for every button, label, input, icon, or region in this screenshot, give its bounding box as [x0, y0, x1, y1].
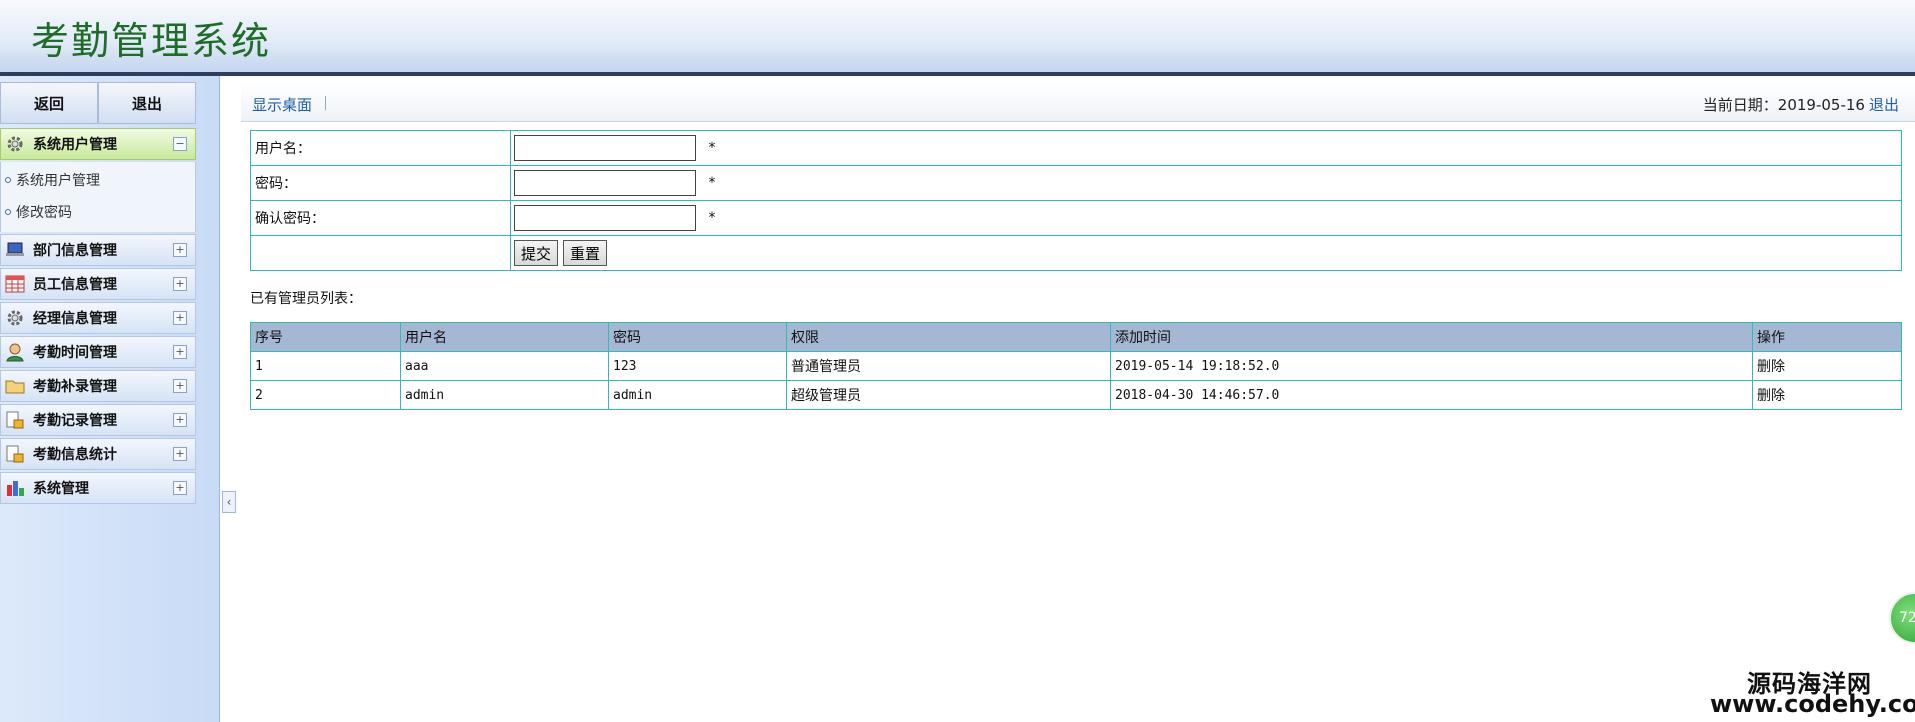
expand-toggle-icon[interactable]: + [173, 345, 187, 359]
toolbar-divider [325, 96, 326, 110]
column-header: 密码 [608, 322, 787, 352]
table-icon [3, 273, 27, 295]
reset-button[interactable]: 重置 [563, 240, 608, 266]
column-header: 用户名 [400, 322, 609, 352]
top-toolbar: 显示桌面 当前日期：2019-05-16 退出 [241, 82, 1915, 122]
bar-chart-icon [3, 477, 27, 499]
menu-label: 考勤补录管理 [33, 379, 117, 395]
expand-toggle-icon[interactable]: + [173, 413, 187, 427]
cell-password: admin [608, 380, 787, 410]
menu-attendance-supplement-management[interactable]: 考勤补录管理 + [0, 370, 196, 402]
submit-button[interactable]: 提交 [514, 240, 559, 266]
menu-attendance-time-management[interactable]: 考勤时间管理 + [0, 336, 196, 368]
expand-toggle-icon[interactable]: + [173, 481, 187, 495]
menu-system-management[interactable]: 系统管理 + [0, 472, 196, 504]
expand-toggle-icon[interactable]: + [173, 243, 187, 257]
expand-toggle-icon[interactable]: + [173, 311, 187, 325]
exit-button[interactable]: 退出 [98, 82, 196, 124]
menu-attendance-statistics[interactable]: 考勤信息统计 + [0, 438, 196, 470]
sidebar-top-buttons: 返回 退出 [0, 82, 196, 124]
expand-toggle-icon[interactable]: + [173, 447, 187, 461]
menu-system-user-management[interactable]: 系统用户管理 − [0, 128, 196, 160]
laptop-icon [3, 239, 27, 261]
cell-username: admin [400, 380, 609, 410]
username-label: 用户名： [250, 130, 511, 166]
menu-label: 系统用户管理 [33, 137, 117, 153]
required-mark: * [708, 175, 716, 191]
password-label: 密码： [250, 165, 511, 201]
bullet-icon [5, 177, 11, 183]
confirm-password-input[interactable] [514, 205, 696, 231]
watermark-site-url: www.codehy.com [1710, 690, 1915, 718]
current-date: 当前日期：2019-05-16 退出 [1703, 94, 1899, 115]
cell-no: 1 [250, 351, 401, 381]
admin-list-table: 序号 用户名 密码 权限 添加时间 操作 1 aaa 123 普通管理员 201… [250, 322, 1902, 410]
form-row-actions: 提交 重置 [250, 235, 1902, 271]
table-row: 2 admin admin 超级管理员 2018-04-30 14:46:57.… [250, 380, 1902, 410]
menu-label: 考勤信息统计 [33, 447, 117, 463]
date-label: 当前日期： [1702, 96, 1778, 114]
form-row-password: 密码： * [250, 165, 1902, 201]
menu-label: 考勤时间管理 [33, 345, 117, 361]
column-header: 添加时间 [1110, 322, 1753, 352]
back-button[interactable]: 返回 [0, 82, 98, 124]
menu-label: 员工信息管理 [33, 277, 117, 293]
cell-password: 123 [608, 351, 787, 381]
column-header: 序号 [250, 322, 401, 352]
gear-icon [3, 307, 27, 329]
submenu-item-change-password[interactable]: 修改密码 [1, 196, 195, 228]
confirm-password-label: 确认密码： [250, 200, 511, 236]
expand-toggle-icon[interactable]: + [173, 379, 187, 393]
expand-toggle-icon[interactable]: + [173, 277, 187, 291]
menu-department-management[interactable]: 部门信息管理 + [0, 234, 196, 266]
cell-no: 2 [250, 380, 401, 410]
menu-label: 部门信息管理 [33, 243, 117, 259]
column-header: 操作 [1752, 322, 1902, 352]
cell-added-time: 2019-05-14 19:18:52.0 [1110, 351, 1753, 381]
menu-employee-management[interactable]: 员工信息管理 + [0, 268, 196, 300]
table-header-row: 序号 用户名 密码 权限 添加时间 操作 [250, 322, 1902, 352]
document-lock-icon [3, 443, 27, 465]
bullet-icon [5, 209, 11, 215]
required-mark: * [708, 210, 716, 226]
show-desktop-link[interactable]: 显示桌面 [252, 94, 312, 115]
person-icon [3, 341, 27, 363]
logout-link[interactable]: 退出 [1869, 96, 1899, 114]
menu-label: 经理信息管理 [33, 311, 117, 327]
required-mark: * [708, 140, 716, 156]
cell-added-time: 2018-04-30 14:46:57.0 [1110, 380, 1753, 410]
cell-role: 普通管理员 [786, 351, 1111, 381]
menu-label: 系统管理 [33, 481, 89, 497]
date-value: 2019-05-16 [1777, 96, 1865, 114]
table-row: 1 aaa 123 普通管理员 2019-05-14 19:18:52.0 删除 [250, 351, 1902, 381]
password-input[interactable] [514, 170, 696, 196]
username-input[interactable] [514, 135, 696, 161]
submenu-item-system-user-management[interactable]: 系统用户管理 [1, 164, 195, 196]
document-lock-icon [3, 409, 27, 431]
delete-link[interactable]: 删除 [1752, 380, 1902, 410]
app-header: 考勤管理系统 [0, 0, 1915, 76]
column-header: 权限 [786, 322, 1111, 352]
sidebar-collapse-handle[interactable]: ‹ [222, 491, 236, 513]
collapse-toggle-icon[interactable]: − [173, 137, 187, 151]
admin-list-caption: 已有管理员列表： [250, 291, 362, 307]
cell-role: 超级管理员 [786, 380, 1111, 410]
sidebar-menu: 系统用户管理 − 系统用户管理 修改密码 部门信息管理 + 员工信息管理 + 经… [0, 128, 196, 506]
menu-attendance-record-management[interactable]: 考勤记录管理 + [0, 404, 196, 436]
submenu-label: 系统用户管理 [16, 173, 100, 189]
menu-manager-management[interactable]: 经理信息管理 + [0, 302, 196, 334]
cell-username: aaa [400, 351, 609, 381]
form-row-username: 用户名： * [250, 130, 1902, 166]
folder-icon [3, 375, 27, 397]
gear-icon [3, 133, 27, 155]
main-content: 显示桌面 当前日期：2019-05-16 退出 用户名： * 密码： * 确认密码… [241, 76, 1915, 722]
delete-link[interactable]: 删除 [1752, 351, 1902, 381]
form-row-confirm-password: 确认密码： * [250, 200, 1902, 236]
submenu-label: 修改密码 [16, 205, 72, 221]
add-user-form: 用户名： * 密码： * 确认密码： * 提交 重置 [250, 130, 1902, 271]
app-title: 考勤管理系统 [31, 19, 272, 63]
submenu-system-user: 系统用户管理 修改密码 [0, 162, 196, 232]
menu-label: 考勤记录管理 [33, 413, 117, 429]
sidebar: 返回 退出 系统用户管理 − 系统用户管理 修改密码 部门信息管理 + 员工信息… [0, 76, 220, 722]
